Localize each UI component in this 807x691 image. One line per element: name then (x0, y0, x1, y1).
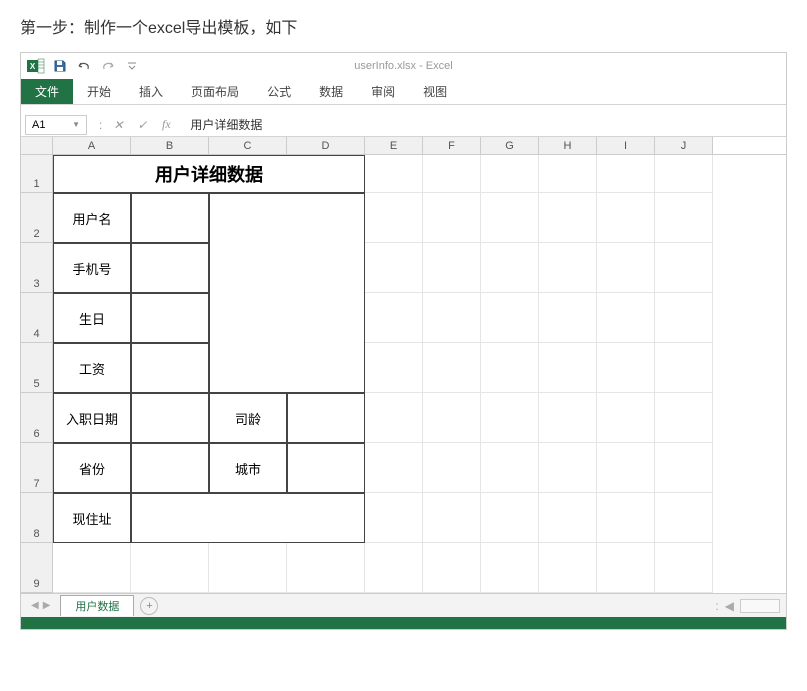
name-box[interactable]: A1 ▼ (25, 115, 87, 135)
cell-b6[interactable] (131, 393, 209, 443)
row-header-9[interactable]: 9 (21, 543, 53, 593)
formula-bar-icons: : ✕ ✓ fx (91, 117, 182, 132)
add-sheet-button[interactable]: + (140, 597, 158, 615)
status-bar (21, 617, 786, 629)
chevron-down-icon: ▼ (72, 120, 80, 129)
sheet-tab-active[interactable]: 用户数据 (60, 595, 134, 616)
cell-birthday-label[interactable]: 生日 (53, 293, 131, 343)
cell-tenure-label[interactable]: 司龄 (209, 393, 287, 443)
quick-access-toolbar: X userInfo.xlsx - Excel (21, 53, 786, 79)
row-header-6[interactable]: 6 (21, 393, 53, 443)
name-box-value: A1 (32, 119, 45, 131)
column-headers: A B C D E F G H I J (21, 137, 786, 155)
cell-b3[interactable] (131, 243, 209, 293)
col-header-b[interactable]: B (131, 137, 209, 154)
sheet-tabs: ◀ ▶ 用户数据 + : ◀ (21, 593, 786, 617)
cell-address-label[interactable]: 现住址 (53, 493, 131, 543)
page-caption: 第一步：制作一个excel导出模板，如下 (0, 0, 807, 52)
col-header-a[interactable]: A (53, 137, 131, 154)
ribbon-tab-home[interactable]: 开始 (73, 79, 125, 104)
formula-input[interactable]: 用户详细数据 (182, 116, 786, 133)
undo-icon[interactable] (73, 56, 95, 76)
excel-icon: X (25, 56, 47, 76)
col-header-h[interactable]: H (539, 137, 597, 154)
excel-window: X userInfo.xlsx - Excel 文件 开始 插入 页面布局 公式… (20, 52, 787, 630)
save-icon[interactable] (49, 56, 71, 76)
cell-b4[interactable] (131, 293, 209, 343)
sheet-next-icon[interactable]: ▶ (43, 600, 51, 611)
enter-icon[interactable]: ✓ (134, 118, 150, 132)
row-header-5[interactable]: 5 (21, 343, 53, 393)
title-filename: userInfo.xlsx - Excel (254, 60, 554, 72)
ribbon-tab-file[interactable]: 文件 (21, 79, 73, 104)
sheet-nav-arrows[interactable]: ◀ ▶ (27, 600, 54, 611)
qat-dropdown-icon[interactable] (121, 56, 143, 76)
hscroll-track[interactable] (740, 599, 780, 613)
col-header-c[interactable]: C (209, 137, 287, 154)
cell-merged-bd-8[interactable] (131, 493, 365, 543)
row-header-4[interactable]: 4 (21, 293, 53, 343)
col-header-d[interactable]: D (287, 137, 365, 154)
svg-text:X: X (30, 62, 36, 71)
row-header-7[interactable]: 7 (21, 443, 53, 493)
fx-icon[interactable]: fx (158, 117, 174, 132)
col-header-g[interactable]: G (481, 137, 539, 154)
ribbon-tab-formula[interactable]: 公式 (253, 79, 305, 104)
cell-merged-cd-2to5[interactable] (209, 193, 365, 393)
hscroll-left-icon[interactable]: ◀ (725, 599, 734, 613)
cell-d7[interactable] (287, 443, 365, 493)
cell-hiredate-label[interactable]: 入职日期 (53, 393, 131, 443)
formula-bar: A1 ▼ : ✕ ✓ fx 用户详细数据 (21, 113, 786, 137)
cell-city-label[interactable]: 城市 (209, 443, 287, 493)
cell-province-label[interactable]: 省份 (53, 443, 131, 493)
grid-area: A B C D E F G H I J 1 2 3 4 5 6 7 8 9 (21, 137, 786, 593)
ribbon: 文件 开始 插入 页面布局 公式 数据 审阅 视图 (21, 79, 786, 105)
cell-title[interactable]: 用户详细数据 (53, 155, 365, 193)
ribbon-tab-layout[interactable]: 页面布局 (177, 79, 253, 104)
col-header-f[interactable]: F (423, 137, 481, 154)
row-header-2[interactable]: 2 (21, 193, 53, 243)
cell-b7[interactable] (131, 443, 209, 493)
cell-phone-label[interactable]: 手机号 (53, 243, 131, 293)
row-header-1[interactable]: 1 (21, 155, 53, 193)
col-header-i[interactable]: I (597, 137, 655, 154)
ribbon-tab-view[interactable]: 视图 (409, 79, 461, 104)
cell-b2[interactable] (131, 193, 209, 243)
row-header-3[interactable]: 3 (21, 243, 53, 293)
col-header-j[interactable]: J (655, 137, 713, 154)
cells-container[interactable]: 用户详细数据 用户名 手机号 生日 工资 入职日期 司龄 省份 (53, 155, 786, 593)
row-header-8[interactable]: 8 (21, 493, 53, 543)
cancel-icon[interactable]: ✕ (110, 118, 126, 132)
cell-b5[interactable] (131, 343, 209, 393)
col-header-e[interactable]: E (365, 137, 423, 154)
ribbon-tab-data[interactable]: 数据 (305, 79, 357, 104)
ribbon-tab-review[interactable]: 审阅 (357, 79, 409, 104)
hscroll-section: : ◀ (715, 599, 780, 613)
cell-username-label[interactable]: 用户名 (53, 193, 131, 243)
select-all-corner[interactable] (21, 137, 53, 154)
cell-d6[interactable] (287, 393, 365, 443)
ribbon-tab-insert[interactable]: 插入 (125, 79, 177, 104)
hscroll-colon: : (715, 599, 718, 613)
colon-separator: : (99, 118, 102, 132)
cell-salary-label[interactable]: 工资 (53, 343, 131, 393)
sheet-prev-icon[interactable]: ◀ (31, 600, 39, 611)
row-headers: 1 2 3 4 5 6 7 8 9 (21, 155, 53, 593)
redo-icon[interactable] (97, 56, 119, 76)
